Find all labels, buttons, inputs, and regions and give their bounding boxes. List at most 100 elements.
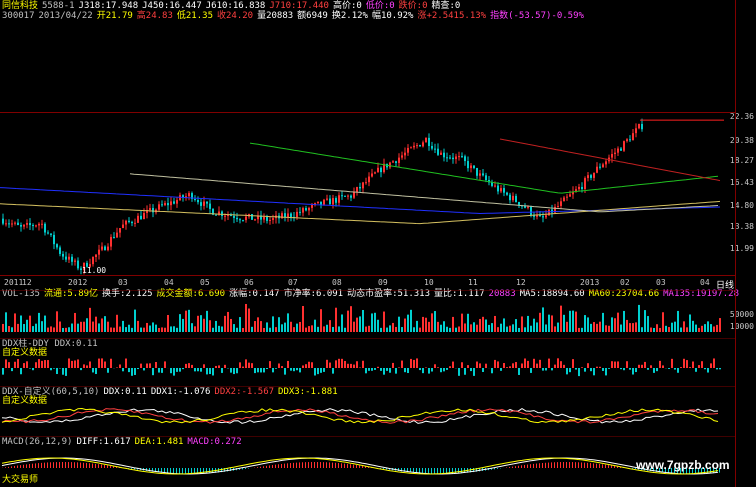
macd-bar bbox=[65, 462, 66, 468]
ddx-bar bbox=[701, 361, 703, 368]
volume-bar bbox=[638, 304, 640, 332]
ddx-bar bbox=[170, 368, 172, 374]
ddx-bar bbox=[419, 368, 421, 371]
ddx-bar bbox=[353, 364, 355, 368]
ddx-bar bbox=[26, 361, 28, 368]
macd-bar bbox=[581, 462, 582, 468]
candle-body bbox=[506, 192, 508, 195]
candle-body bbox=[59, 247, 61, 254]
macd-bar bbox=[290, 463, 291, 468]
volume-bar bbox=[299, 321, 301, 332]
volume-bar bbox=[29, 315, 31, 332]
month-label: 11 bbox=[468, 278, 478, 287]
macd-bar bbox=[203, 468, 204, 474]
candle-body bbox=[227, 215, 229, 217]
volume-bar bbox=[653, 327, 655, 332]
ddx-bar bbox=[215, 365, 217, 368]
macd-bar bbox=[383, 468, 384, 469]
ddx-bar bbox=[47, 360, 49, 368]
ddx-bar bbox=[575, 368, 577, 370]
volume-bar bbox=[32, 326, 34, 332]
macd-bar bbox=[284, 463, 285, 468]
macd-bar bbox=[554, 462, 555, 468]
volume-bar bbox=[344, 327, 346, 332]
volume-bar bbox=[701, 325, 703, 332]
macd-bar bbox=[347, 463, 348, 468]
ddx-bar bbox=[389, 368, 391, 373]
candle-body bbox=[551, 209, 553, 213]
ddx-bar bbox=[566, 368, 568, 375]
volume-bar bbox=[380, 327, 382, 332]
candle-body bbox=[98, 249, 100, 255]
volume-bar bbox=[587, 317, 589, 332]
volume-bar bbox=[50, 326, 52, 332]
volume-bar bbox=[53, 327, 55, 332]
volume-bar bbox=[182, 318, 184, 332]
ddx2-chart[interactable] bbox=[0, 386, 736, 436]
candle-body bbox=[209, 203, 211, 209]
volume-bar bbox=[221, 326, 223, 332]
volume-bar bbox=[449, 327, 451, 332]
macd-bar bbox=[425, 468, 426, 474]
volume-chart[interactable] bbox=[0, 290, 736, 335]
ddx-bar bbox=[596, 366, 598, 368]
candle-body bbox=[350, 195, 352, 198]
month-label: 10 bbox=[424, 278, 434, 287]
volume-bar bbox=[335, 307, 337, 332]
price-chart[interactable] bbox=[0, 0, 736, 290]
ddx-bar bbox=[29, 368, 31, 369]
volume-bar bbox=[710, 324, 712, 332]
ddx-chart[interactable] bbox=[0, 338, 736, 384]
volume-bar bbox=[527, 315, 529, 332]
volume-bar bbox=[149, 325, 151, 332]
macd-bar bbox=[335, 462, 336, 468]
volume-bar bbox=[206, 310, 208, 332]
macd-bar bbox=[305, 462, 306, 468]
ddx-bar bbox=[320, 368, 322, 373]
volume-bar bbox=[332, 326, 334, 332]
candle-body bbox=[485, 175, 487, 181]
volume-bar bbox=[350, 306, 352, 332]
volume-bar bbox=[188, 309, 190, 332]
macd-chart[interactable] bbox=[0, 436, 736, 486]
ddx-bar bbox=[260, 368, 262, 373]
ddx-bar bbox=[644, 361, 646, 368]
candle-body bbox=[113, 236, 115, 238]
volume-bar bbox=[551, 315, 553, 332]
right-axis-divider bbox=[735, 0, 756, 487]
month-label: 04 bbox=[164, 278, 174, 287]
candle-body bbox=[53, 234, 55, 245]
volume-bar bbox=[278, 317, 280, 332]
volume-bar bbox=[500, 323, 502, 332]
candle-body bbox=[176, 200, 178, 204]
ddx-bar bbox=[83, 364, 85, 368]
volume-bar bbox=[707, 321, 709, 332]
volume-bar bbox=[383, 311, 385, 332]
volume-bar bbox=[92, 321, 94, 332]
volume-bar bbox=[290, 321, 292, 332]
ddx-bar bbox=[350, 363, 352, 368]
month-label: 02 bbox=[620, 278, 630, 287]
macd-bar bbox=[26, 464, 27, 468]
macd-bar bbox=[362, 465, 363, 468]
volume-bar bbox=[59, 321, 61, 332]
ddx-bar bbox=[668, 368, 670, 369]
candle-body bbox=[446, 157, 448, 159]
volume-bar bbox=[689, 314, 691, 332]
ddx-bar bbox=[716, 368, 718, 370]
candle-body bbox=[188, 193, 190, 197]
volume-bar bbox=[137, 320, 139, 332]
ddx-bar bbox=[206, 368, 208, 375]
ddx-bar bbox=[317, 368, 319, 375]
candle-body bbox=[125, 220, 127, 225]
volume-bar bbox=[473, 322, 475, 332]
candle-body bbox=[368, 176, 370, 183]
candle-body bbox=[503, 188, 505, 193]
volume-bar bbox=[359, 316, 361, 332]
volume-bar bbox=[170, 326, 172, 332]
ddx-bar bbox=[425, 367, 427, 368]
volume-bar bbox=[104, 316, 106, 332]
ddx-bar bbox=[635, 368, 637, 373]
ddx-bar bbox=[365, 368, 367, 374]
ddx-bar bbox=[86, 365, 88, 368]
